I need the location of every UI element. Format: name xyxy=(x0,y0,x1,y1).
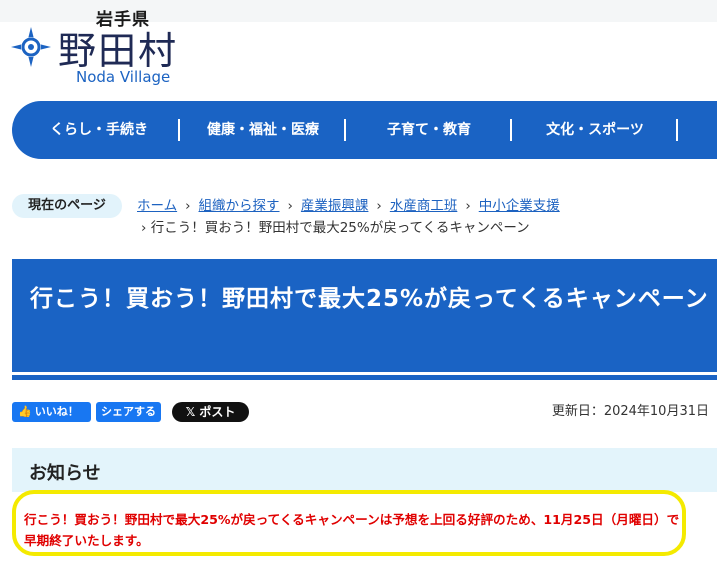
chevron-right-icon: › xyxy=(287,198,293,214)
page-title: 行こう！買おう！野田村で最大25%が戻ってくるキャンペーン xyxy=(30,286,709,312)
notice-heading: お知らせ xyxy=(29,463,101,484)
breadcrumb-link-home[interactable]: ホーム xyxy=(137,198,177,214)
updated-date: 更新日：2024年10月31日 xyxy=(551,404,709,419)
site-logo[interactable]: 岩手県 野田村 Noda Village xyxy=(10,4,200,90)
village-name: 野田村 xyxy=(58,29,179,73)
village-roman-name: Noda Village xyxy=(76,68,171,86)
notice-highlight-box: 行こう！買おう！野田村で最大25%が戻ってくるキャンペーンは予想を上回る好評のた… xyxy=(12,490,686,556)
breadcrumb-link-organization[interactable]: 組織から探す xyxy=(199,198,280,214)
x-post-button[interactable]: 𝕏 ポスト xyxy=(172,402,249,422)
chevron-right-icon: › xyxy=(465,198,471,214)
breadcrumb-current: 行こう！買おう！野田村で最大25%が戻ってくるキャンペーン xyxy=(150,220,530,236)
title-underline xyxy=(12,375,717,380)
nav-item-living[interactable]: くらし・手続き xyxy=(12,101,180,159)
village-emblem-icon xyxy=(11,27,51,67)
page-title-box: 行こう！買おう！野田村で最大25%が戻ってくるキャンペーン xyxy=(12,259,717,372)
chevron-right-icon: › xyxy=(185,198,191,214)
nav-item-culture[interactable]: 文化・スポーツ xyxy=(512,101,678,159)
nav-item-childcare[interactable]: 子育て・教育 xyxy=(346,101,512,159)
facebook-share-button[interactable]: シェアする xyxy=(96,402,161,422)
breadcrumb-label: 現在のページ xyxy=(12,194,122,218)
thumbs-up-icon: 👍 xyxy=(18,405,32,418)
global-nav: くらし・手続き 健康・福祉・医療 子育て・教育 文化・スポーツ xyxy=(12,101,717,159)
breadcrumb-link-industry[interactable]: 産業振興課 xyxy=(301,198,369,214)
nav-item-health[interactable]: 健康・福祉・医療 xyxy=(180,101,346,159)
like-label: いいね！ xyxy=(34,405,79,418)
breadcrumb-link-sme-support[interactable]: 中小企業支援 xyxy=(479,198,560,214)
breadcrumb-current-row: › 行こう！買おう！野田村で最大25%が戻ってくるキャンペーン xyxy=(137,217,707,239)
breadcrumb: ホーム › 組織から探す › 産業振興課 › 水産商工班 › 中小企業支援 › 行こう！買おう！… xyxy=(137,195,707,239)
notice-text: 行こう！買おう！野田村で最大25%が戻ってくるキャンペーンは予想を上回る好評のた… xyxy=(24,512,680,548)
chevron-right-icon: › xyxy=(141,220,151,236)
notice-heading-box: お知らせ xyxy=(12,448,717,492)
breadcrumb-link-fisheries[interactable]: 水産商工班 xyxy=(390,198,458,214)
facebook-like-button[interactable]: 👍 いいね！ xyxy=(12,402,91,422)
chevron-right-icon: › xyxy=(376,198,382,214)
